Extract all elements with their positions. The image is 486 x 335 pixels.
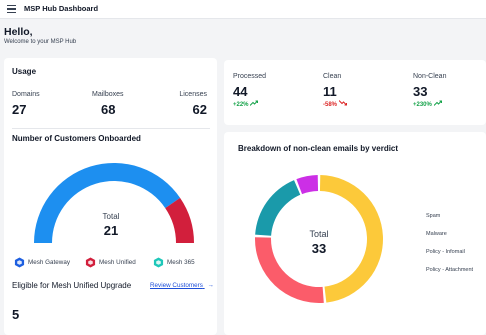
donut-slice-policy-infomail bbox=[255, 180, 301, 236]
verdict-donut-chart bbox=[255, 175, 383, 303]
review-customers-label: Review Customers bbox=[150, 282, 203, 289]
app-title: MSP Hub Dashboard bbox=[24, 4, 99, 13]
mesh-unified-hexagon-icon bbox=[85, 257, 96, 268]
review-customers-link[interactable]: Review Customers → bbox=[150, 282, 214, 289]
verdict-spam[interactable]: Spam bbox=[426, 213, 440, 219]
processed-change-text: +22% bbox=[233, 102, 249, 108]
legend-label: Mesh 365 bbox=[167, 259, 195, 266]
licenses-label: Licenses bbox=[179, 91, 207, 98]
eligible-upgrade-label: Eligible for Mesh Unified Upgrade bbox=[12, 281, 132, 290]
mailboxes-value: 68 bbox=[101, 102, 116, 117]
clean-change: -58% bbox=[323, 100, 347, 108]
eligible-upgrade-value: 5 bbox=[12, 307, 20, 322]
domains-value: 27 bbox=[12, 102, 27, 117]
domains-label: Domains bbox=[12, 91, 40, 98]
trend-up-icon bbox=[249, 100, 259, 106]
legend-label: Mesh Unified bbox=[99, 259, 136, 266]
donut-total-value: 33 bbox=[311, 241, 327, 256]
top-app-bar: MSP Hub Dashboard bbox=[0, 0, 486, 19]
welcome-text: Welcome to your MSP Hub bbox=[4, 39, 77, 45]
divider bbox=[12, 128, 210, 129]
processed-value: 44 bbox=[233, 84, 248, 99]
mailboxes-label: Mailboxes bbox=[92, 91, 124, 98]
donut-slice-policy-attachment bbox=[296, 175, 319, 195]
non-clean-label: Non-Clean bbox=[413, 73, 447, 80]
email-stats-card: Processed 44 +22% Clean 11 -58% Non-Clea… bbox=[224, 60, 486, 125]
greeting-heading: Hello, bbox=[4, 26, 33, 38]
mesh-365-hexagon-icon bbox=[153, 257, 164, 268]
processed-label: Processed bbox=[233, 73, 267, 80]
arrow-right-icon: → bbox=[207, 282, 214, 289]
trend-down-icon bbox=[338, 100, 347, 106]
breakdown-title: Breakdown of non-clean emails by verdict bbox=[238, 144, 399, 153]
legend-label: Mesh Gateway bbox=[28, 259, 70, 266]
processed-change: +22% bbox=[233, 100, 259, 108]
verdict-policy-infomail[interactable]: Policy - Infomail bbox=[426, 249, 465, 255]
clean-value: 11 bbox=[323, 84, 337, 99]
licenses-value: 62 bbox=[192, 102, 207, 117]
gauge-total-value: 21 bbox=[103, 223, 119, 238]
trend-up-icon bbox=[433, 100, 442, 106]
usage-card: Usage Domains 27 Mailboxes 68 Licenses 6… bbox=[4, 58, 217, 335]
donut-total-label: Total bbox=[309, 229, 329, 239]
non-clean-value: 33 bbox=[413, 84, 428, 99]
gauge-total-label: Total bbox=[102, 212, 120, 221]
verdict-breakdown-card: Breakdown of non-clean emails by verdict… bbox=[224, 132, 486, 335]
non-clean-change-text: +230% bbox=[413, 102, 432, 108]
mesh-gateway-hexagon-icon bbox=[14, 257, 25, 268]
usage-title: Usage bbox=[12, 67, 37, 76]
clean-label: Clean bbox=[323, 73, 342, 80]
hamburger-menu-icon[interactable] bbox=[7, 5, 16, 13]
verdict-policy-attachment[interactable]: Policy - Attachment bbox=[426, 267, 473, 273]
customers-onboarded-title: Number of Customers Onboarded bbox=[12, 134, 141, 143]
verdict-malware[interactable]: Malware bbox=[426, 231, 447, 237]
non-clean-change: +230% bbox=[413, 100, 442, 108]
clean-change-text: -58% bbox=[323, 102, 338, 108]
